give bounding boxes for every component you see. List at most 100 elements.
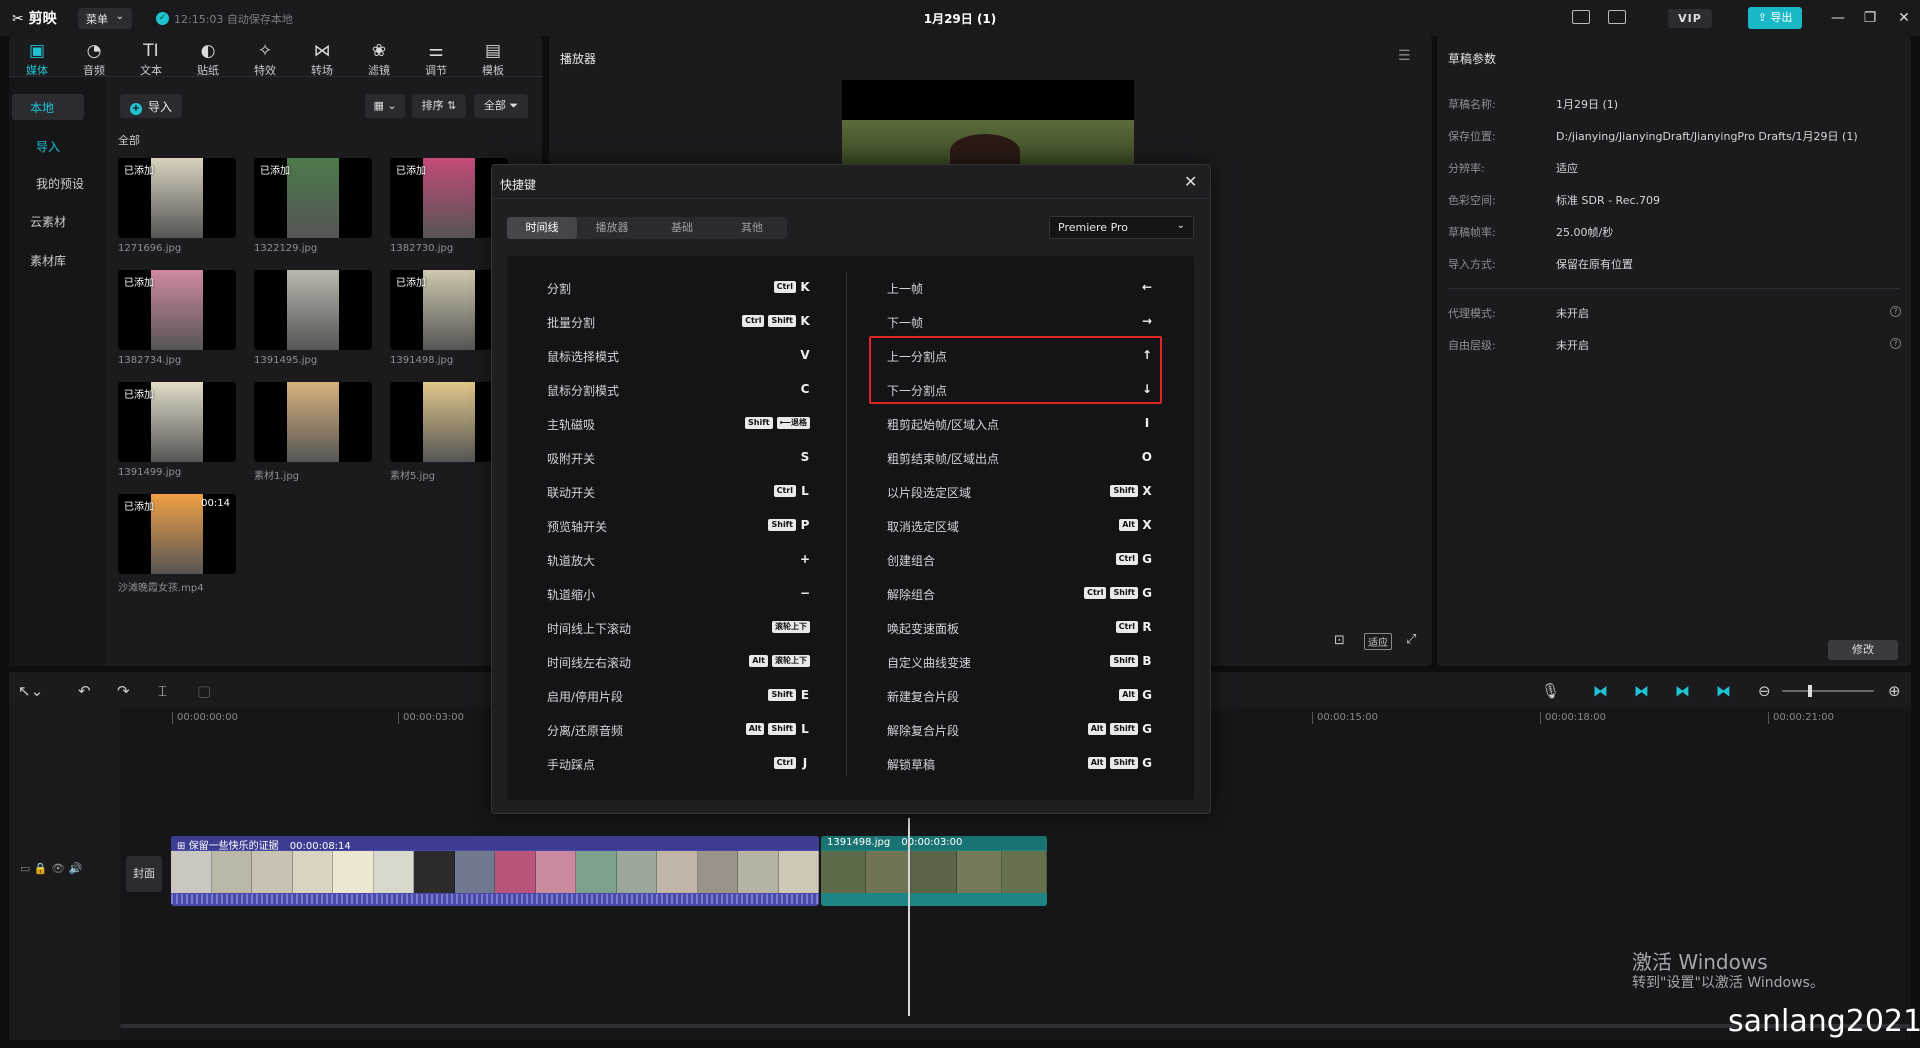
tab-filter[interactable]: ❀ 滤镜 [352, 40, 406, 78]
cover-button[interactable]: 封面 [126, 856, 162, 892]
lock-icon[interactable]: 🔒 [34, 862, 48, 875]
eye-icon[interactable]: 👁 [51, 862, 65, 875]
shortcut-keys[interactable]: Alt X [1002, 517, 1152, 533]
playhead[interactable] [908, 818, 910, 1016]
sidebar-item-import[interactable]: 导入 [36, 138, 60, 155]
tab-sticker[interactable]: ◐ 贴纸 [181, 40, 235, 78]
shortcut-keys[interactable]: Ctrl Shift G [1002, 585, 1152, 601]
snap-icon[interactable]: ⧓ [1634, 682, 1649, 700]
shortcut-keys[interactable]: Alt Shift L [660, 721, 810, 737]
shortcut-keys[interactable]: Shift X [1002, 483, 1152, 499]
tab-text[interactable]: TI 文本 [124, 40, 178, 78]
shortcut-keys[interactable]: O [1002, 449, 1152, 465]
zoom-out-icon[interactable]: ⊖ [1758, 682, 1771, 700]
tab-shortcut-2[interactable]: 基础 [647, 217, 717, 239]
fullscreen-icon[interactable]: ⤢ [1406, 632, 1416, 647]
vip-button[interactable]: VIP [1668, 9, 1712, 28]
shortcut-keys[interactable]: Alt G [1002, 687, 1152, 703]
shortcut-keys[interactable]: + [660, 551, 810, 567]
media-thumbnail[interactable]: 已添加 [118, 158, 236, 238]
shortcut-keys[interactable]: Alt Shift G [1002, 721, 1152, 737]
split-icon[interactable]: ⌶ [158, 682, 167, 700]
shortcut-keys[interactable]: V [660, 347, 810, 363]
restore-icon[interactable]: ❐ [1860, 8, 1880, 28]
filter-button[interactable]: 全部 ⏷ [474, 94, 528, 118]
tab-media[interactable]: ▣ 媒体 [10, 40, 64, 78]
shortcut-keys[interactable]: Alt Shift G [1002, 755, 1152, 771]
export-button[interactable]: ⇪ 导出 [1748, 7, 1802, 29]
media-filename: 1322129.jpg [254, 243, 318, 254]
shortcut-keys[interactable]: S [660, 449, 810, 465]
shortcut-name: 下一帧 [887, 316, 924, 330]
tab-shortcut-3[interactable]: 其他 [717, 217, 787, 239]
shortcut-keys[interactable]: I [1002, 415, 1152, 431]
close-icon[interactable]: ✕ [1184, 172, 1197, 191]
shortcut-keys[interactable]: Ctrl L [660, 483, 810, 499]
tab-effects[interactable]: ✧ 特效 [238, 40, 292, 78]
sidebar-item-my-presets[interactable]: 我的预设 [36, 175, 84, 192]
shortcut-keys[interactable]: Shift B [1002, 653, 1152, 669]
shortcut-keys[interactable]: − [660, 585, 810, 601]
cover-toggle-icon[interactable]: ▭ [20, 862, 30, 875]
delete-icon[interactable]: ▢ [197, 682, 211, 700]
tab-transition[interactable]: ⋈ 转场 [295, 40, 349, 78]
tab-adjust[interactable]: ⚌ 调节 [409, 40, 463, 78]
sidebar-item-library[interactable]: 素材库 [12, 247, 84, 273]
modify-button[interactable]: 修改 [1828, 640, 1898, 660]
media-thumbnail[interactable]: 已添加 00:14 [118, 494, 236, 574]
help-icon[interactable]: ? [1890, 306, 1901, 317]
speaker-icon[interactable]: 🔊 [69, 862, 83, 875]
close-window-icon[interactable]: ✕ [1894, 8, 1914, 28]
shortcut-keys[interactable]: 滚轮上下 [660, 619, 810, 635]
media-sidebar [9, 77, 105, 666]
media-thumbnail[interactable] [254, 382, 372, 462]
keyboard-icon[interactable] [1572, 10, 1590, 24]
tab-audio[interactable]: ◔ 音频 [67, 40, 121, 78]
media-thumbnail[interactable]: 已添加 [118, 270, 236, 350]
preview-axis-icon[interactable]: ⧓ [1716, 682, 1731, 700]
link-icon[interactable]: ⧓ [1675, 682, 1690, 700]
tab-shortcut-0[interactable]: 时间线 [507, 217, 577, 239]
shortcut-keys[interactable]: Ctrl Shift K [660, 313, 810, 329]
shortcut-keys[interactable]: C [660, 381, 810, 397]
redo-icon[interactable]: ↷ [117, 682, 130, 700]
media-thumbnail[interactable]: 已添加 [254, 158, 372, 238]
player-menu-icon[interactable]: ☰ [1398, 48, 1411, 64]
help-icon[interactable]: ? [1890, 338, 1901, 349]
zoom-slider[interactable] [1782, 690, 1874, 692]
import-button[interactable]: + 导入 [120, 94, 182, 118]
sidebar-item-cloud[interactable]: 云素材 [12, 208, 84, 234]
ratio-button[interactable]: 适应 [1364, 633, 1392, 650]
param-key: 保存位置: [1448, 130, 1496, 143]
timeline-clip-1[interactable]: ⊞ 保留一些快乐的证据 00:00:08:14 [171, 836, 819, 906]
main-track-magnet-icon[interactable]: ⧓ [1593, 682, 1608, 700]
preset-select[interactable]: Premiere Pro ⌄ [1049, 216, 1194, 239]
media-thumbnail[interactable]: 已添加 [118, 382, 236, 462]
shortcut-keys[interactable]: Alt 滚轮上下 [660, 653, 810, 669]
timeline-scrollbar[interactable] [120, 1024, 1910, 1028]
shortcut-keys[interactable]: Ctrl G [1002, 551, 1152, 567]
tab-shortcut-1[interactable]: 播放器 [577, 217, 647, 239]
minimize-icon[interactable]: — [1828, 8, 1848, 28]
timeline-clip-2[interactable]: 1391498.jpg 00:00:03:00 [821, 836, 1047, 906]
shortcut-keys[interactable]: Ctrl K [660, 279, 810, 295]
shortcut-keys[interactable]: Ctrl J [660, 755, 810, 771]
shortcut-keys[interactable]: Shift P [660, 517, 810, 533]
screenshot-icon[interactable]: ⊡ [1334, 633, 1345, 648]
shortcut-keys[interactable]: Ctrl R [1002, 619, 1152, 635]
shortcut-keys[interactable]: Shift E [660, 687, 810, 703]
layout-icon[interactable] [1608, 10, 1626, 24]
zoom-slider-thumb[interactable] [1808, 685, 1812, 697]
shortcut-keys[interactable]: → [1002, 313, 1152, 329]
tab-template[interactable]: ▤ 模板 [466, 40, 520, 78]
media-thumbnail[interactable] [254, 270, 372, 350]
microphone-icon[interactable]: 🎙 [1541, 682, 1560, 700]
view-mode-button[interactable]: ▦ ⌄ [365, 94, 405, 118]
zoom-in-icon[interactable]: ⊕ [1888, 682, 1901, 700]
select-tool-icon[interactable]: ↖⌄ [18, 682, 43, 700]
sort-button[interactable]: 排序 ⇅ [412, 94, 466, 118]
sidebar-item-local[interactable]: 本地 [12, 94, 84, 120]
shortcut-keys[interactable]: Shift ⟵退格 [660, 415, 810, 431]
shortcut-keys[interactable]: ← [1002, 279, 1152, 295]
undo-icon[interactable]: ↶ [78, 682, 91, 700]
